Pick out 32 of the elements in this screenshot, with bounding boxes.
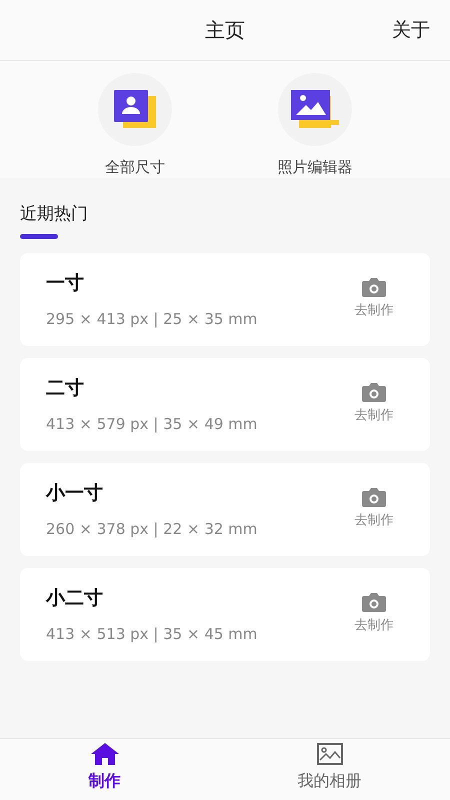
size-card[interactable]: 二寸 413 × 579 px | 35 × 49 mm 去制作 — [20, 358, 430, 451]
image-edit-icon — [291, 90, 339, 128]
camera-icon — [362, 593, 386, 612]
size-spec: 295 × 413 px | 25 × 35 mm — [46, 308, 258, 330]
size-name: 小二寸 — [46, 586, 104, 611]
make-button[interactable]: 去制作 — [344, 278, 404, 321]
size-spec: 413 × 513 px | 35 × 45 mm — [46, 624, 258, 644]
tab-underline — [20, 234, 58, 238]
shortcut-label[interactable]: 全部尺寸 — [105, 156, 165, 178]
home-icon — [90, 743, 118, 765]
make-button[interactable]: 去制作 — [344, 383, 404, 426]
size-card[interactable]: 小一寸 260 × 378 px | 22 × 32 mm 去制作 — [20, 463, 430, 556]
size-card[interactable]: 一寸 295 × 413 px | 25 × 35 mm 去制作 — [20, 253, 430, 346]
camera-icon — [362, 278, 386, 298]
make-button[interactable]: 去制作 — [344, 488, 404, 531]
size-name: 小一寸 — [46, 481, 104, 506]
portrait-icon — [114, 90, 156, 128]
image-icon — [316, 743, 342, 765]
nav-tab[interactable]: 我的相册 — [209, 739, 450, 800]
page-title: 主页 — [205, 17, 245, 44]
size-spec: 413 × 579 px | 35 × 49 mm — [46, 414, 258, 434]
about-link[interactable]: 关于 — [392, 16, 430, 44]
size-card[interactable]: 小二寸 413 × 513 px | 35 × 45 mm 去制作 — [20, 568, 430, 661]
shortcut-label[interactable]: 照片编辑器 — [278, 156, 352, 178]
size-name: 一寸 — [46, 271, 85, 296]
camera-icon — [362, 383, 386, 402]
size-spec: 260 × 378 px | 22 × 32 mm — [46, 518, 258, 540]
size-name: 二寸 — [46, 376, 85, 401]
nav-tab[interactable]: 制作 — [0, 739, 209, 800]
section-tab[interactable]: 近期热门 — [20, 202, 430, 228]
make-button[interactable]: 去制作 — [344, 593, 404, 636]
camera-icon — [362, 488, 386, 508]
